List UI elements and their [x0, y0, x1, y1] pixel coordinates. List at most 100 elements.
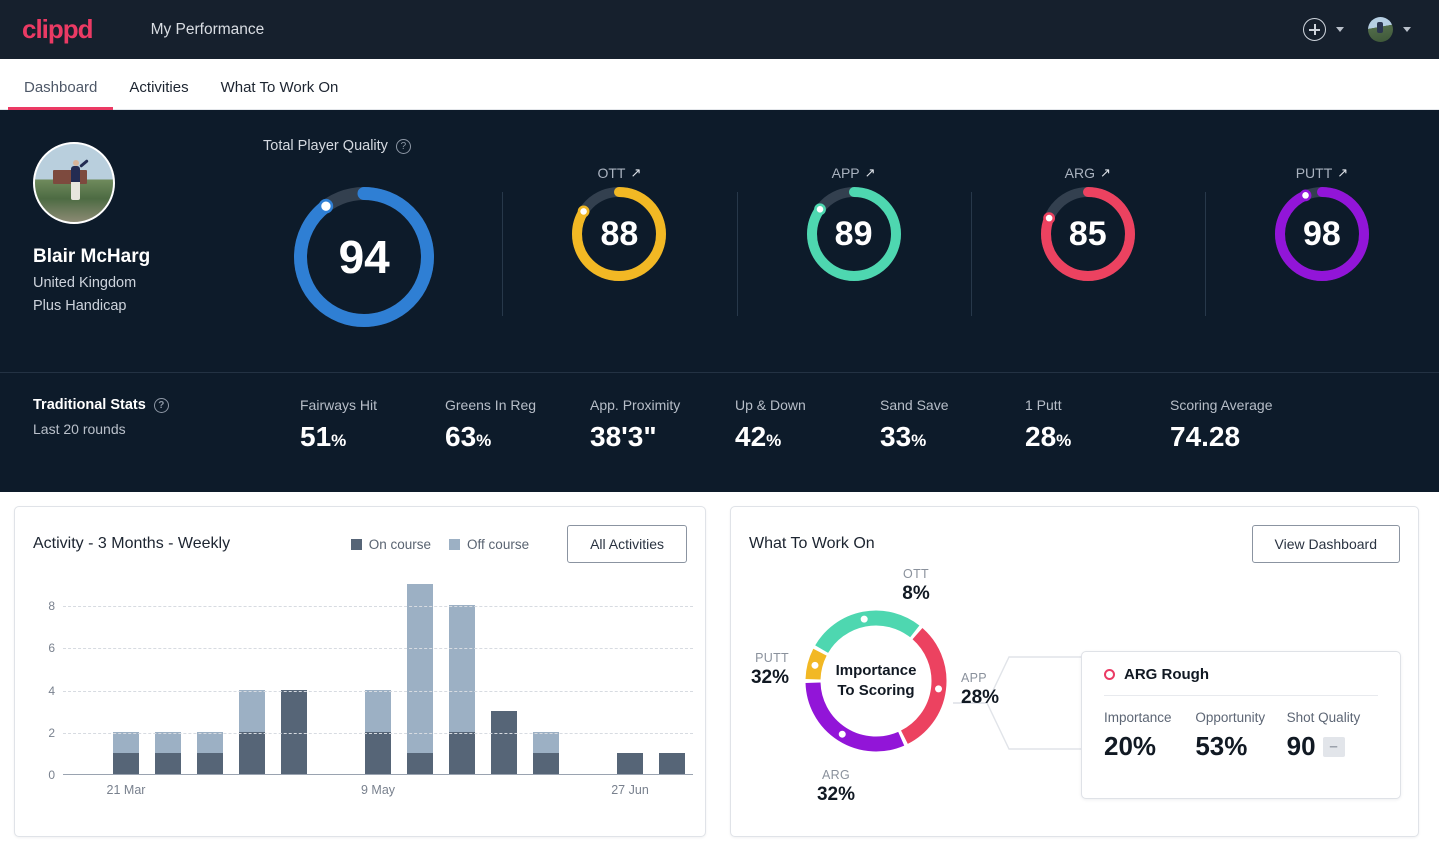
tab-activities[interactable]: Activities [113, 79, 204, 109]
traditional-stats-subtitle: Last 20 rounds [33, 421, 126, 437]
bar-segment-off-course [533, 731, 559, 753]
donut-label-value: 32% [816, 784, 856, 805]
stacked-bar[interactable] [197, 731, 223, 774]
detail-title-label: ARG Rough [1124, 666, 1209, 683]
donut-label-ott: OTT 8% [881, 567, 951, 605]
legend-item-off-course: Off course [449, 537, 529, 552]
donut-center-line1: Importance [835, 661, 917, 679]
chevron-down-icon[interactable] [1403, 27, 1411, 32]
wtwo-body: Importance To Scoring OTT 8% APP 28% ARG… [731, 563, 1418, 843]
wtwo-title: What To Work On [749, 535, 875, 552]
performance-overview-panel: Blair McHarg United Kingdom Plus Handica… [0, 110, 1439, 492]
donut-label-app: APP 28% [961, 671, 1031, 709]
bottom-cards: Activity - 3 Months - Weekly On course O… [0, 492, 1439, 837]
page-title: My Performance [150, 20, 265, 38]
top-bar: clippd My Performance [0, 0, 1439, 59]
gridline [63, 732, 693, 734]
chevron-down-icon[interactable] [1336, 27, 1344, 32]
bar-slot[interactable] [525, 731, 567, 774]
stacked-bar[interactable] [533, 731, 559, 774]
view-dashboard-button[interactable]: View Dashboard [1251, 525, 1400, 563]
importance-donut-chart: Importance To Scoring [796, 601, 956, 761]
bar-segment-on-course [155, 752, 181, 774]
detail-stat-shot-quality: Shot Quality 90– [1287, 710, 1378, 762]
detail-stat-importance: Importance 20% [1104, 710, 1195, 762]
y-axis-tick: 6 [48, 641, 55, 656]
wtwo-card-header: What To Work On View Dashboard [731, 507, 1418, 563]
bar-segment-off-course [449, 605, 475, 732]
tab-dashboard[interactable]: Dashboard [8, 79, 114, 110]
what-to-work-on-card: What To Work On View Dashboard Importanc… [730, 506, 1419, 837]
bar-group [63, 584, 693, 774]
all-activities-button[interactable]: All Activities [567, 525, 687, 563]
detail-stat-opportunity: Opportunity 53% [1195, 710, 1286, 762]
question-mark-icon[interactable]: ? [153, 397, 169, 413]
bar-slot[interactable] [189, 731, 231, 774]
bar-segment-on-course [239, 731, 265, 774]
donut-label-value: 32% [750, 667, 789, 688]
question-mark-icon[interactable]: ? [395, 138, 411, 154]
quality-ring-value: 89 [834, 214, 873, 253]
gridline [63, 606, 693, 608]
plus-circle-icon[interactable] [1303, 18, 1326, 41]
quality-ring-label: ARG ↗ [1064, 165, 1111, 181]
bar-segment-on-course [617, 752, 643, 774]
activity-bar-chart: 0 2 4 6 8 21 Mar 9 May 27 Jun [33, 584, 693, 820]
x-axis-tick: 9 May [360, 783, 396, 797]
quality-heading: Total Player Quality ? [263, 138, 1439, 154]
y-axis-tick: 8 [48, 599, 55, 614]
quality-ring-donut: 94 [293, 186, 435, 328]
y-axis-tick: 4 [48, 683, 55, 698]
stacked-bar[interactable] [491, 710, 517, 774]
legend-swatch [449, 538, 461, 550]
tab-what-to-work-on[interactable]: What To Work On [205, 79, 355, 109]
detail-stat-value: 20% [1104, 731, 1157, 761]
clippd-logo[interactable]: clippd [22, 14, 94, 45]
x-axis: 21 Mar 9 May 27 Jun [63, 783, 693, 803]
bar-slot[interactable] [105, 731, 147, 774]
quality-ring-donut: 89 [806, 186, 902, 282]
stacked-bar[interactable] [617, 752, 643, 774]
donut-label-key: ARG [822, 768, 850, 782]
detail-stat-value: 53% [1195, 731, 1248, 761]
bar-segment-off-course [407, 584, 433, 753]
player-handicap: Plus Handicap [33, 298, 127, 314]
stat-value: 33% [880, 421, 927, 452]
bar-slot[interactable] [399, 584, 441, 774]
bar-segment-on-course [365, 731, 391, 774]
detail-stat-label: Shot Quality [1286, 710, 1361, 725]
stat-fairways-hit: Fairways Hit 51% [300, 397, 445, 453]
activity-card: Activity - 3 Months - Weekly On course O… [14, 506, 706, 837]
stat-scoring-average: Scoring Average 74.28 [1170, 397, 1315, 453]
traditional-stats-title: Traditional Stats [33, 397, 146, 413]
stacked-bar[interactable] [113, 731, 139, 774]
traditional-stats-heading: Traditional Stats ? Last 20 rounds [0, 397, 300, 437]
stacked-bar[interactable] [407, 584, 433, 774]
quality-ring-value: 94 [338, 231, 390, 283]
bar-segment-on-course [197, 752, 223, 774]
stat-up-down: Up & Down 42% [735, 397, 880, 453]
detail-stats: Importance 20% Opportunity 53% Shot Quality 9… [1104, 696, 1378, 762]
quality-ring-donut: 98 [1274, 186, 1370, 282]
bar-slot[interactable] [483, 710, 525, 774]
donut-label-key: OTT [903, 567, 929, 581]
stat-value: 63% [445, 421, 492, 452]
avatar[interactable] [1368, 17, 1393, 42]
stat-label: Fairways Hit [300, 397, 378, 413]
quality-ring-label: PUTT ↗ [1295, 165, 1349, 181]
quality-ring-putt: PUTT ↗ 98 [1204, 164, 1439, 328]
bar-slot[interactable] [609, 752, 651, 774]
stacked-bar[interactable] [659, 752, 685, 774]
bar-segment-on-course [659, 752, 685, 774]
quality-ring-donut: 85 [1040, 186, 1136, 282]
donut-center-line2: To Scoring [837, 682, 915, 699]
stat-sand-save: Sand Save 33% [880, 397, 1025, 453]
detail-stat-label: Opportunity [1195, 710, 1266, 725]
stacked-bar[interactable] [155, 731, 181, 774]
y-axis-tick: 2 [48, 725, 55, 740]
bar-slot[interactable] [651, 752, 693, 774]
bar-segment-on-course [491, 710, 517, 774]
bar-slot[interactable] [147, 731, 189, 774]
stat-label: Up & Down [735, 397, 806, 413]
donut-label-arg: ARG 32% [801, 768, 871, 806]
